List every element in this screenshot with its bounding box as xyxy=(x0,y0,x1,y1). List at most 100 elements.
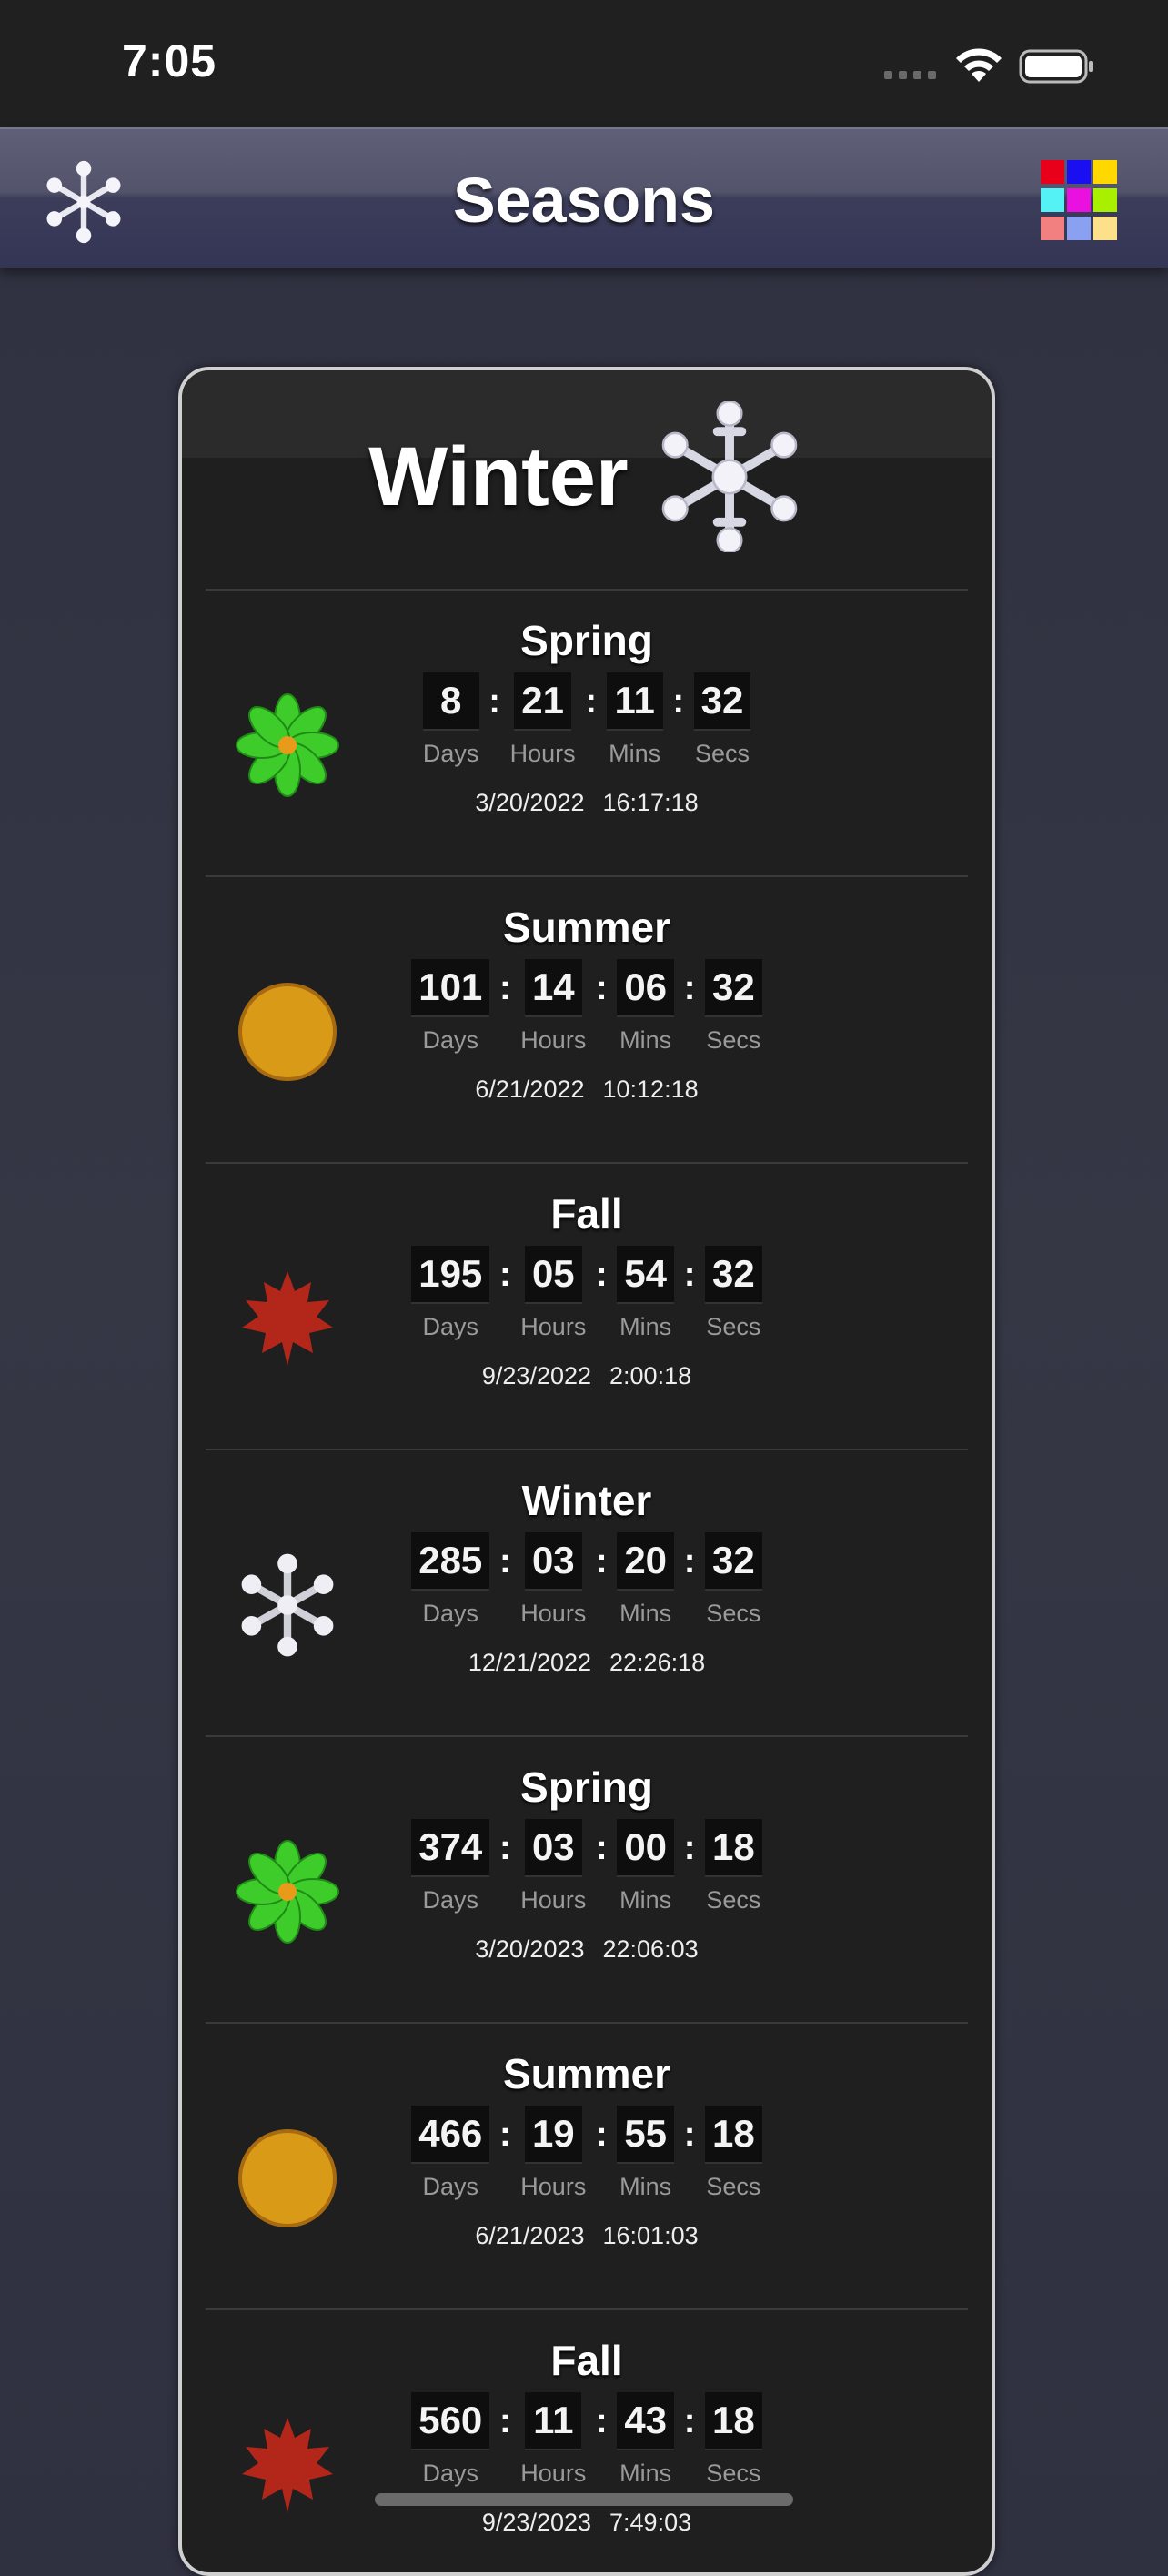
hours-value: 11 xyxy=(525,2392,582,2450)
seconds-value: 18 xyxy=(705,1819,762,1877)
seasons-card: Winter Spring 8 Days:21 Hours:11 Mins:32 Secs… xyxy=(178,367,995,2576)
days-value: 195 xyxy=(411,1246,490,1304)
hours-value: 14 xyxy=(524,959,582,1017)
season-row: Summer 466 Days:19 Hours:55 Mins:18 Secs 6/21/… xyxy=(206,2022,968,2310)
minutes-value: 43 xyxy=(617,2392,675,2450)
season-time: 22:06:03 xyxy=(602,1935,699,1963)
seconds-counter: 18 Secs xyxy=(705,1819,762,1914)
separator: : xyxy=(683,1542,696,1581)
seconds-unit-label: Secs xyxy=(706,1313,761,1340)
season-row: Fall 195 Days:05 Hours:54 Mins:32 Secs 9/23/20… xyxy=(206,1162,968,1450)
season-row: Spring 374 Days:03 Hours:00 Mins:18 Secs 3/20/… xyxy=(206,1735,968,2024)
color-swatch xyxy=(1093,217,1117,240)
seconds-value: 32 xyxy=(705,1246,762,1304)
separator: : xyxy=(498,1256,511,1294)
current-season: Winter xyxy=(182,401,992,552)
seconds-value: 32 xyxy=(705,959,762,1017)
separator: : xyxy=(498,969,511,1007)
separator: : xyxy=(596,1542,608,1581)
separator: : xyxy=(596,969,608,1007)
season-name: Summer xyxy=(502,2050,671,2097)
minutes-value: 54 xyxy=(617,1246,675,1304)
days-unit-label: Days xyxy=(422,1313,479,1340)
minutes-value: 06 xyxy=(617,959,675,1017)
season-date: 9/23/2022 xyxy=(481,1362,592,1389)
season-time: 16:01:03 xyxy=(602,2222,699,2249)
season-time: 16:17:18 xyxy=(602,789,699,816)
hours-counter: 11 Hours xyxy=(520,2392,586,2488)
days-value: 374 xyxy=(411,1819,490,1877)
minutes-value: 55 xyxy=(617,2106,675,2164)
season-date: 12/21/2022 xyxy=(468,1649,592,1676)
color-swatch xyxy=(1041,160,1064,184)
wifi-icon xyxy=(956,48,1002,82)
days-counter: 560 Days xyxy=(411,2392,490,2488)
countdown: 466 Days:19 Hours:55 Mins:18 Secs xyxy=(206,2106,968,2201)
days-counter: 195 Days xyxy=(411,1246,490,1341)
season-date: 6/21/2022 xyxy=(475,1076,585,1103)
season-start-datetime: 9/23/2022 2:00:18 xyxy=(206,1362,968,1390)
season-row: Summer 101 Days:14 Hours:06 Mins:32 Secs 6/21/… xyxy=(206,875,968,1164)
countdown: 560 Days:11 Hours:43 Mins:18 Secs xyxy=(206,2392,968,2488)
hours-unit-label: Hours xyxy=(520,1026,587,1054)
minutes-counter: 43 Mins xyxy=(617,2392,675,2488)
countdown: 195 Days:05 Hours:54 Mins:32 Secs xyxy=(206,1246,968,1341)
season-time: 7:49:03 xyxy=(609,2509,692,2536)
seconds-unit-label: Secs xyxy=(706,2460,761,2487)
season-row: Spring 8 Days:21 Hours:11 Mins:32 Secs 3/20/20… xyxy=(206,589,968,877)
season-start-datetime: 12/21/2022 22:26:18 xyxy=(206,1649,968,1677)
minutes-counter: 54 Mins xyxy=(617,1246,675,1341)
days-value: 8 xyxy=(422,672,479,731)
hours-counter: 21 Hours xyxy=(510,672,576,768)
days-unit-label: Days xyxy=(422,2173,479,2200)
days-value: 101 xyxy=(411,959,490,1017)
countdown: 285 Days:03 Hours:20 Mins:32 Secs xyxy=(206,1532,968,1628)
seconds-unit-label: Secs xyxy=(695,740,750,767)
minutes-counter: 11 Mins xyxy=(606,672,663,768)
hours-counter: 14 Hours xyxy=(520,959,586,1055)
season-date: 3/20/2022 xyxy=(475,789,585,816)
minutes-unit-label: Mins xyxy=(609,740,661,767)
minutes-value: 00 xyxy=(617,1819,675,1877)
seconds-unit-label: Secs xyxy=(706,2173,761,2200)
separator: : xyxy=(683,969,696,1007)
hours-counter: 19 Hours xyxy=(520,2106,586,2201)
home-indicator[interactable] xyxy=(375,2493,793,2506)
countdown: 374 Days:03 Hours:00 Mins:18 Secs xyxy=(206,1819,968,1914)
separator: : xyxy=(672,682,684,721)
days-unit-label: Days xyxy=(422,1886,479,1914)
hours-value: 03 xyxy=(524,1819,582,1877)
minutes-counter: 00 Mins xyxy=(617,1819,675,1914)
days-unit-label: Days xyxy=(422,740,479,767)
separator: : xyxy=(498,2116,511,2154)
seconds-unit-label: Secs xyxy=(706,1026,761,1054)
seconds-counter: 32 Secs xyxy=(705,959,762,1055)
seconds-value: 32 xyxy=(693,672,751,731)
season-row: Winter 285 Days:03 Hours:20 Mins:32 Secs 12/21… xyxy=(206,1449,968,1737)
seconds-value: 18 xyxy=(705,2392,762,2450)
season-date: 9/23/2023 xyxy=(481,2509,592,2536)
minutes-unit-label: Mins xyxy=(619,2460,672,2487)
separator: : xyxy=(596,1829,608,1867)
minutes-unit-label: Mins xyxy=(619,2173,672,2200)
season-date: 6/21/2023 xyxy=(475,2222,585,2249)
snowflake-icon xyxy=(661,401,797,552)
days-counter: 285 Days xyxy=(411,1532,490,1628)
hours-unit-label: Hours xyxy=(520,1313,587,1340)
countdown: 8 Days:21 Hours:11 Mins:32 Secs xyxy=(206,672,968,768)
separator: : xyxy=(585,682,597,721)
season-name: Fall xyxy=(550,2337,623,2384)
days-counter: 101 Days xyxy=(411,959,490,1055)
color-grid-icon[interactable] xyxy=(1041,160,1123,242)
season-time: 2:00:18 xyxy=(609,1362,692,1389)
separator: : xyxy=(683,1829,696,1867)
separator: : xyxy=(498,1542,511,1581)
season-start-datetime: 3/20/2022 16:17:18 xyxy=(206,789,968,817)
season-start-datetime: 6/21/2022 10:12:18 xyxy=(206,1076,968,1104)
hours-value: 21 xyxy=(514,672,571,731)
season-date: 3/20/2023 xyxy=(475,1935,585,1963)
status-time: 7:05 xyxy=(122,35,217,86)
minutes-counter: 06 Mins xyxy=(617,959,675,1055)
seconds-value: 32 xyxy=(705,1532,762,1591)
season-name: Winter xyxy=(521,1477,652,1524)
